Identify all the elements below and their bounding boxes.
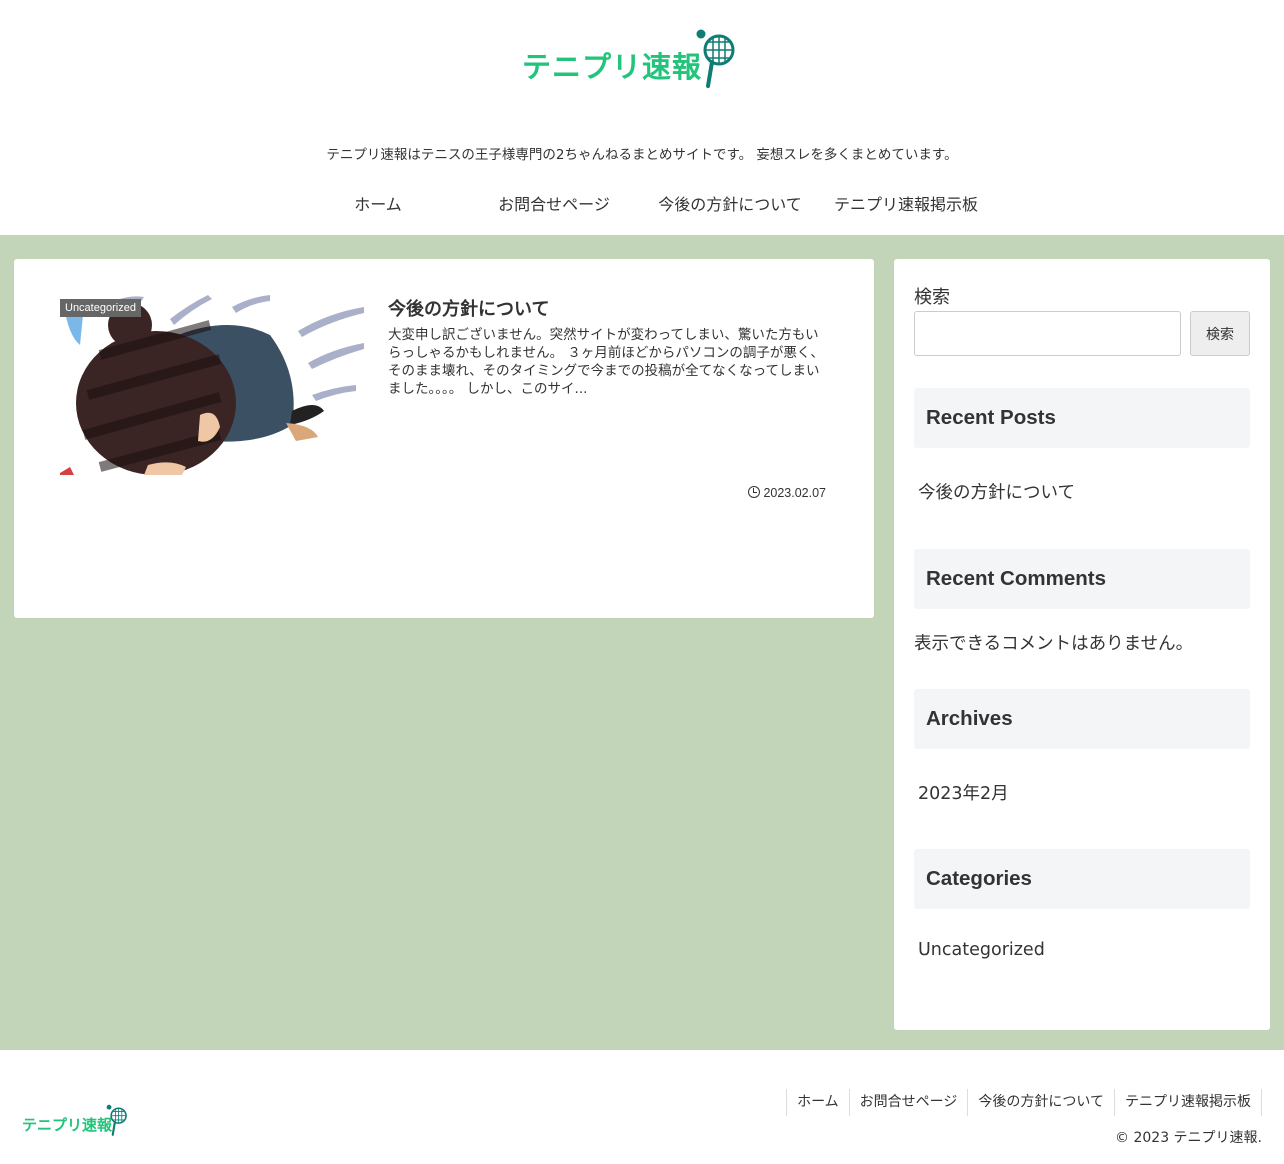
archives-heading: Archives (914, 689, 1250, 749)
main-content: Uncategorized 今後の方針について 大変申し訳ございません。突然サイ… (14, 259, 874, 618)
footer-logo-text: テニプリ速報 (22, 1116, 113, 1134)
site-header: テニプリ速報 テニプリ速報はテニスの王子様専門の2ちゃんねるまとめサイトです。 … (0, 0, 1284, 235)
search-button[interactable]: 検索 (1190, 311, 1250, 356)
site-logo[interactable]: テニプリ速報 (520, 26, 735, 92)
recent-posts-heading: Recent Posts (914, 388, 1250, 448)
footer-nav-contact[interactable]: お問合せページ (848, 1089, 968, 1116)
archive-link[interactable]: 2023年2月 (918, 780, 1009, 805)
global-nav: ホーム お問合せページ 今後の方針について テニプリ速報掲示板 (290, 190, 994, 220)
footer-nav-policy[interactable]: 今後の方針について (967, 1089, 1114, 1116)
nav-item-home[interactable]: ホーム (290, 190, 466, 220)
no-comments-text: 表示できるコメントはありません。 (914, 634, 1194, 654)
nav-item-contact[interactable]: お問合せページ (466, 190, 642, 220)
search-input[interactable] (914, 311, 1181, 356)
post-title[interactable]: 今後の方針について (388, 295, 549, 321)
site-tagline: テニプリ速報はテニスの王子様専門の2ちゃんねるまとめサイトです。 妄想スレを多く… (326, 147, 958, 163)
recent-comments-heading: Recent Comments (914, 549, 1250, 609)
footer-logo[interactable]: テニプリ速報 (22, 1104, 134, 1140)
clock-icon (748, 486, 761, 498)
site-logo-text: テニプリ速報 (522, 50, 703, 84)
bowing-person-illustration (60, 295, 366, 475)
categories-heading: Categories (914, 849, 1250, 909)
category-label: Uncategorized (60, 299, 141, 317)
post-snippet: 大変申し訳ございません。突然サイトが変わってしまい、驚いた方もいらっしゃるかもし… (388, 327, 824, 397)
footer-nav-home[interactable]: ホーム (786, 1089, 849, 1116)
category-link[interactable]: Uncategorized (918, 940, 1045, 960)
site-footer: テニプリ速報 ホーム お問合せページ 今後の方針について テニプリ速報掲示板 ©… (0, 1050, 1284, 1164)
post-date-text: 2023.02.07 (763, 486, 826, 500)
tennis-racket-icon (696, 29, 735, 88)
sidebar: 検索 検索 Recent Posts 今後の方針について Recent Comm… (894, 259, 1270, 1030)
post-thumbnail[interactable]: Uncategorized (60, 295, 366, 475)
nav-item-board[interactable]: テニプリ速報掲示板 (818, 190, 994, 220)
footer-nav-board[interactable]: テニプリ速報掲示板 (1114, 1089, 1262, 1116)
post-date: 2023.02.07 (748, 486, 826, 500)
copyright: © 2023 テニプリ速報. (1115, 1130, 1262, 1146)
nav-item-policy[interactable]: 今後の方針について (642, 190, 818, 220)
search-label: 検索 (914, 287, 950, 308)
tennis-racket-icon (106, 1104, 127, 1136)
footer-nav: ホーム お問合せページ 今後の方針について テニプリ速報掲示板 (786, 1089, 1262, 1116)
recent-post-link[interactable]: 今後の方針について (918, 479, 1075, 504)
content-area: Uncategorized 今後の方針について 大変申し訳ございません。突然サイ… (0, 235, 1284, 1050)
post-card[interactable]: Uncategorized 今後の方針について 大変申し訳ございません。突然サイ… (60, 295, 826, 515)
